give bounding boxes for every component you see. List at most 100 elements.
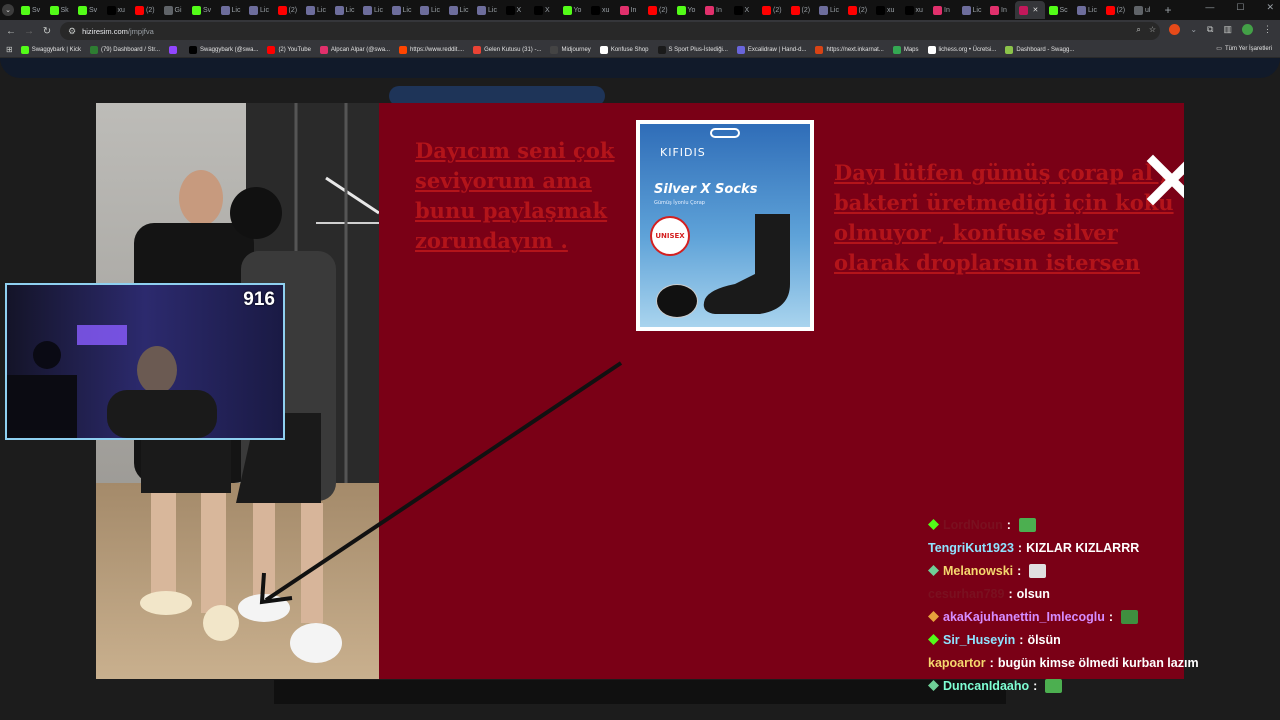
browser-tab[interactable]: (2) xyxy=(274,1,303,19)
profile-avatar[interactable] xyxy=(1242,24,1253,35)
tab-search-icon[interactable]: ⌄ xyxy=(2,4,14,16)
apps-grid-icon[interactable]: ⊞ xyxy=(6,45,13,54)
browser-tab[interactable]: Lic xyxy=(388,1,417,19)
chat-username[interactable]: DuncanIdaaho xyxy=(943,679,1029,693)
browser-tab[interactable]: Lic xyxy=(302,1,331,19)
browser-tab[interactable]: Lic xyxy=(416,1,445,19)
browser-tab[interactable]: (2) xyxy=(758,1,787,19)
tab-label: Lic xyxy=(830,6,839,14)
bookmark-star-icon[interactable]: ☆ xyxy=(1149,25,1156,35)
forward-icon[interactable]: → xyxy=(20,26,38,37)
browser-tab[interactable]: Lic xyxy=(217,1,246,19)
browser-tab[interactable]: Yo xyxy=(559,1,588,19)
browser-tab[interactable]: Lic xyxy=(815,1,844,19)
browser-tab[interactable]: Lic xyxy=(331,1,360,19)
maps-icon xyxy=(892,45,901,54)
browser-tab[interactable]: (2) xyxy=(1102,1,1131,19)
bookmark-item[interactable]: Alpcan Alpar (@swa... xyxy=(319,45,390,54)
chat-username[interactable]: Melanowski xyxy=(943,564,1013,578)
browser-tab[interactable]: In xyxy=(701,1,730,19)
back-icon[interactable]: ← xyxy=(2,26,20,37)
close-tab-icon[interactable]: ✕ xyxy=(1033,6,1039,14)
bookmark-item[interactable]: Konfuse Shop xyxy=(599,45,649,54)
chat-username[interactable]: kapoartor xyxy=(928,656,986,670)
browser-tab[interactable]: Sv xyxy=(74,1,103,19)
x-icon xyxy=(876,5,885,15)
browser-tab[interactable]: In xyxy=(929,1,958,19)
close-icon[interactable] xyxy=(1145,153,1184,207)
extension-icon[interactable] xyxy=(1169,24,1181,35)
extensions-puzzle-icon[interactable]: ⧉ xyxy=(1207,24,1213,35)
bookmark-item[interactable]: Maps xyxy=(892,45,919,54)
chat-username[interactable]: LordNoun xyxy=(943,518,1003,532)
product-name: Silver X Socks xyxy=(654,182,758,197)
youtube-icon xyxy=(135,5,144,15)
close-window-icon[interactable]: ✕ xyxy=(1266,2,1274,13)
tab-label: X xyxy=(545,6,550,14)
browser-tab[interactable]: ul xyxy=(1130,1,1159,19)
reload-icon[interactable]: ↻ xyxy=(38,26,56,37)
browser-tab[interactable]: Lic xyxy=(359,1,388,19)
chat-separator: : xyxy=(1033,678,1038,693)
extension-icon[interactable]: ⌄ xyxy=(1190,25,1197,34)
browser-tab[interactable]: (2) xyxy=(644,1,673,19)
browser-tab[interactable]: Lic xyxy=(958,1,987,19)
zoom-icon[interactable]: ⌕ xyxy=(1136,25,1140,35)
browser-tab[interactable]: Yo xyxy=(673,1,702,19)
site-info-icon[interactable]: ⚙ xyxy=(68,26,76,37)
chat-username[interactable]: TengriKut1923 xyxy=(928,541,1014,555)
new-tab-icon[interactable]: + xyxy=(1165,3,1172,17)
browser-tab[interactable]: X xyxy=(730,1,759,19)
bookmark-list: Swaggybark | Kick (79) Dashboard / Str...… xyxy=(20,45,1084,54)
bookmark-item[interactable]: Swaggybark (@swa... xyxy=(188,45,259,54)
maximize-icon[interactable]: ☐ xyxy=(1236,2,1244,13)
bookmark-item[interactable]: Dashboard - Swagg... xyxy=(1005,45,1074,54)
chat-username[interactable]: Sir_Huseyin xyxy=(943,633,1015,647)
bookmark-item[interactable]: S Sport Plus-İstediği... xyxy=(657,45,728,54)
browser-tab[interactable]: xu xyxy=(901,1,930,19)
menu-icon[interactable]: ⋮ xyxy=(1263,24,1272,35)
bookmark-item[interactable]: (2) YouTube xyxy=(267,45,311,54)
bookmark-item[interactable]: Gelen Kutusu (31) -... xyxy=(473,45,541,54)
browser-tab[interactable]: Lic xyxy=(1073,1,1102,19)
browser-tab[interactable]: X xyxy=(530,1,559,19)
browser-tab[interactable]: ✕ xyxy=(1014,1,1045,19)
chat-username[interactable]: akaKajuhanettin_Imlecoglu xyxy=(943,610,1105,624)
browser-tab[interactable]: Sv xyxy=(17,1,46,19)
browser-tab[interactable]: Lic xyxy=(445,1,474,19)
bookmark-item[interactable] xyxy=(168,45,180,54)
minimize-icon[interactable]: — xyxy=(1205,2,1214,13)
browser-tab[interactable]: (2) xyxy=(131,1,160,19)
browser-tab[interactable]: Lic xyxy=(245,1,274,19)
bookmark-item[interactable]: Excalidraw | Hand-d... xyxy=(736,45,806,54)
browser-tab[interactable]: xu xyxy=(587,1,616,19)
twitch-icon xyxy=(168,45,177,54)
bookmark-item[interactable]: Swaggybark | Kick xyxy=(20,45,81,54)
browser-tab[interactable]: (2) xyxy=(844,1,873,19)
bookmarks-bar: ⊞ Swaggybark | Kick (79) Dashboard / Str.… xyxy=(0,42,1280,58)
address-bar[interactable]: ⚙ hiziresim.com/jmpjfva ⌕ ☆ xyxy=(60,22,1160,40)
browser-tab[interactable]: xu xyxy=(103,1,132,19)
browser-tab[interactable]: X xyxy=(502,1,531,19)
url-text[interactable]: hiziresim.com/jmpjfva xyxy=(82,27,154,36)
bookmark-item[interactable]: Midjourney xyxy=(550,45,591,54)
browser-tab[interactable]: Sv xyxy=(188,1,217,19)
browser-tab[interactable]: (2) xyxy=(787,1,816,19)
bookmark-item[interactable]: https://www.reddit.... xyxy=(399,45,464,54)
chat-username[interactable]: cesurhan789 xyxy=(928,587,1004,601)
browser-tab[interactable]: xu xyxy=(872,1,901,19)
browser-tab[interactable]: Sk xyxy=(46,1,75,19)
browser-tab[interactable]: Sc xyxy=(1045,1,1074,19)
sidebar-icon[interactable]: ▥ xyxy=(1223,24,1232,35)
bookmark-item[interactable]: (79) Dashboard / Str... xyxy=(89,45,160,54)
bookmark-label: Swaggybark (@swa... xyxy=(199,46,259,53)
browser-tab[interactable]: Lic xyxy=(473,1,502,19)
browser-tab[interactable]: In xyxy=(616,1,645,19)
all-bookmarks[interactable]: ▭ Tüm Yer İşaretleri xyxy=(1216,45,1272,53)
browser-tab[interactable]: In xyxy=(986,1,1015,19)
browser-tab[interactable]: Gi xyxy=(160,1,189,19)
bookmark-item[interactable]: lichess.org • Ücretsi... xyxy=(927,45,996,54)
x-icon xyxy=(534,5,543,15)
verified-badge-icon xyxy=(928,634,939,645)
bookmark-item[interactable]: https://next.inkarnat... xyxy=(815,45,884,54)
